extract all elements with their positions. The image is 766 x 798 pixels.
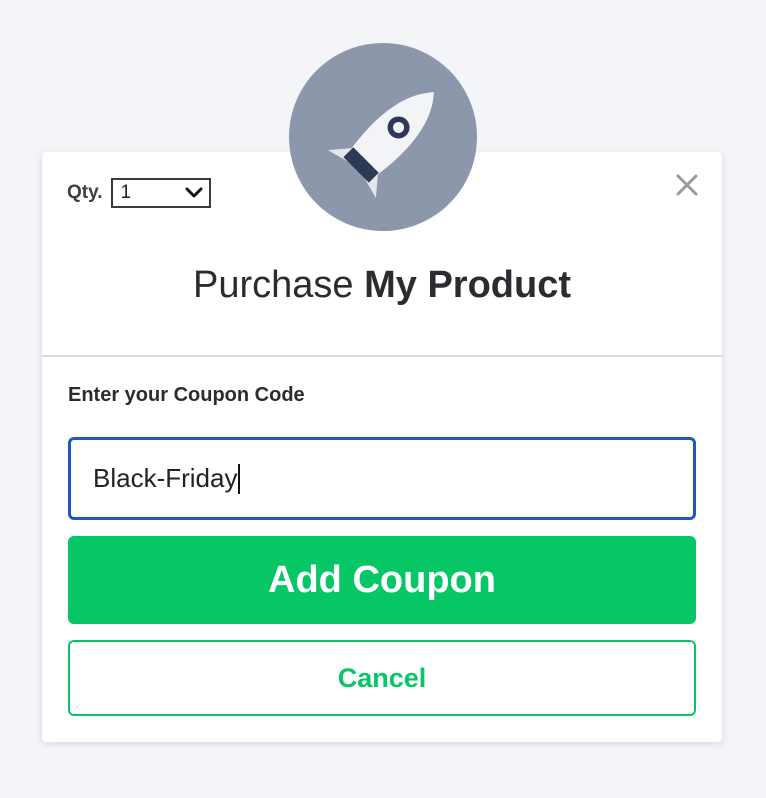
close-button[interactable] bbox=[674, 172, 700, 198]
title-product: My Product bbox=[364, 264, 571, 306]
coupon-input-value: Black-Friday bbox=[93, 463, 238, 493]
page-title: Purchase My Product bbox=[42, 264, 722, 307]
chevron-down-icon bbox=[185, 187, 203, 198]
coupon-code-input[interactable]: Black-Friday bbox=[68, 437, 696, 520]
qty-label: Qty. bbox=[67, 182, 103, 203]
divider bbox=[42, 355, 722, 357]
qty-value: 1 bbox=[120, 182, 132, 203]
product-avatar bbox=[289, 43, 477, 231]
rocket-icon bbox=[327, 92, 434, 199]
qty-select[interactable]: 1 bbox=[110, 178, 211, 208]
text-caret bbox=[238, 463, 241, 494]
coupon-label: Enter your Coupon Code bbox=[68, 384, 305, 406]
cancel-button[interactable]: Cancel bbox=[68, 640, 696, 716]
title-prefix: Purchase bbox=[192, 264, 354, 306]
quantity-control: Qty. 1 bbox=[67, 178, 211, 208]
add-coupon-button[interactable]: Add Coupon bbox=[68, 536, 696, 624]
purchase-modal: Qty. 1 Purchase My Product Enter your Co… bbox=[42, 152, 722, 742]
close-icon bbox=[676, 174, 698, 196]
